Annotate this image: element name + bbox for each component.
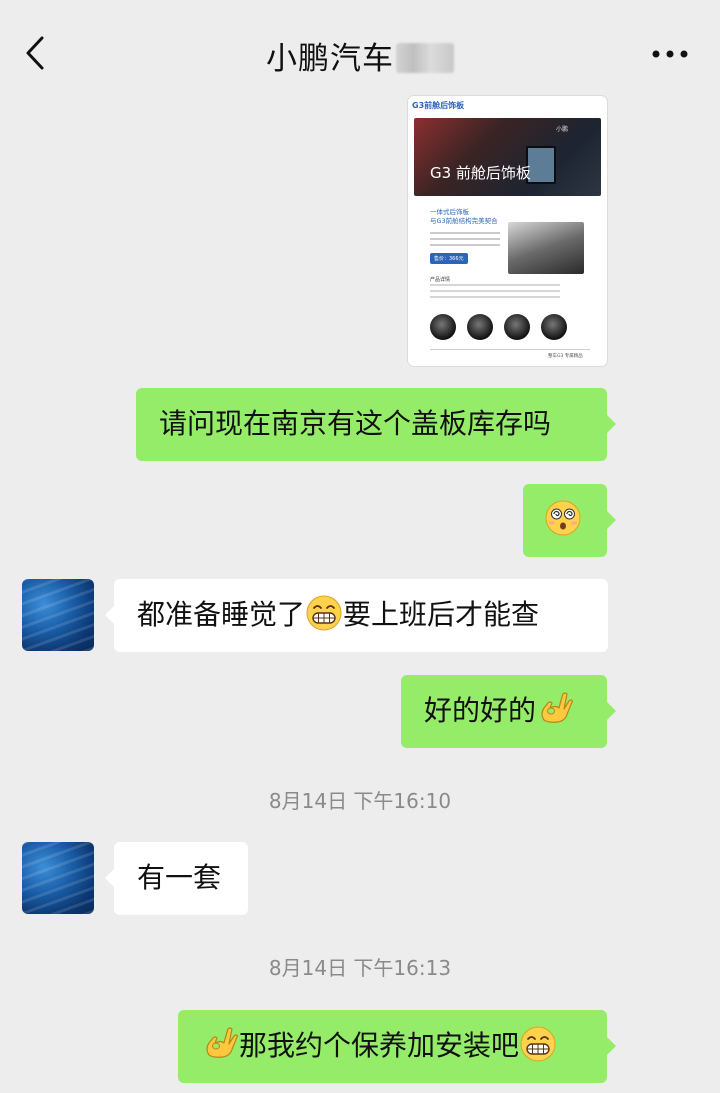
chat-title-text: 小鹏汽车 xyxy=(266,41,394,77)
chat-header: 小鹏汽车 xyxy=(0,0,720,100)
ok-hand-emoji xyxy=(206,1027,239,1058)
received-message-bubble[interactable]: 都准备睡觉了 要上班后才能查 xyxy=(105,579,608,652)
image-hero-text: G3 前舱后饰板 xyxy=(430,164,531,182)
image-thumbnails xyxy=(430,314,578,344)
sent-message-bubble[interactable]: 那我约个保养加安装吧 xyxy=(178,1010,616,1083)
timestamp: 8月14日 下午16:13 xyxy=(268,956,452,980)
chat-title: 小鹏汽车 xyxy=(0,33,720,78)
contact-avatar[interactable] xyxy=(22,842,94,914)
image-subtitle-line1: 一体式后饰板 xyxy=(430,208,469,216)
image-divider xyxy=(430,349,590,350)
image-doc-title: G3前舱后饰板 xyxy=(412,101,465,110)
image-subtitle-line2: 与G3前舱结构完美契合 xyxy=(430,217,498,225)
image-spec-lines xyxy=(430,284,560,302)
ok-hand-emoji xyxy=(541,692,574,723)
message-text: 请问现在南京有这个盖板库存吗 xyxy=(159,407,552,440)
image-spec-title: 产品详情 xyxy=(430,277,451,283)
message-text: 都准备睡觉了 xyxy=(137,598,306,631)
received-message-bubble[interactable]: 有一套 xyxy=(105,842,248,915)
message-text: 那我约个保养加安装吧 xyxy=(239,1029,520,1062)
blurred-name-part xyxy=(396,43,454,73)
image-subtitle: 一体式后饰板 与G3前舱结构完美契合 xyxy=(430,208,498,226)
dizzy-surprised-face-emoji xyxy=(545,500,581,536)
grinning-teeth-emoji xyxy=(306,595,342,631)
grinning-teeth-emoji xyxy=(520,1026,556,1062)
sent-message-bubble[interactable] xyxy=(523,484,616,557)
image-hero-photo: 小鹏 G3 前舱后饰板 xyxy=(414,118,601,196)
image-price-tag: 售价：366元 xyxy=(430,253,468,264)
image-message[interactable]: G3前舱后饰板 小鹏 G3 前舱后饰板 一体式后饰板 与G3前舱结构完美契合 售… xyxy=(408,96,607,366)
timestamp: 8月14日 下午16:10 xyxy=(268,789,452,813)
brand-logo: 小鹏 xyxy=(556,126,569,133)
ellipsis-icon[interactable] xyxy=(646,40,694,68)
sent-message-bubble[interactable]: 好的好的 xyxy=(401,675,616,748)
contact-avatar[interactable] xyxy=(22,579,94,651)
image-footer: 整车G3 专属精品 xyxy=(548,354,583,359)
message-text: 有一套 xyxy=(137,861,222,894)
image-text-lines xyxy=(430,232,500,250)
message-text: 要上班后才能查 xyxy=(343,598,540,631)
message-text: 好的好的 xyxy=(424,694,537,727)
engine-bay-photo xyxy=(508,222,584,274)
sent-message-bubble[interactable]: 请问现在南京有这个盖板库存吗 xyxy=(136,388,616,461)
